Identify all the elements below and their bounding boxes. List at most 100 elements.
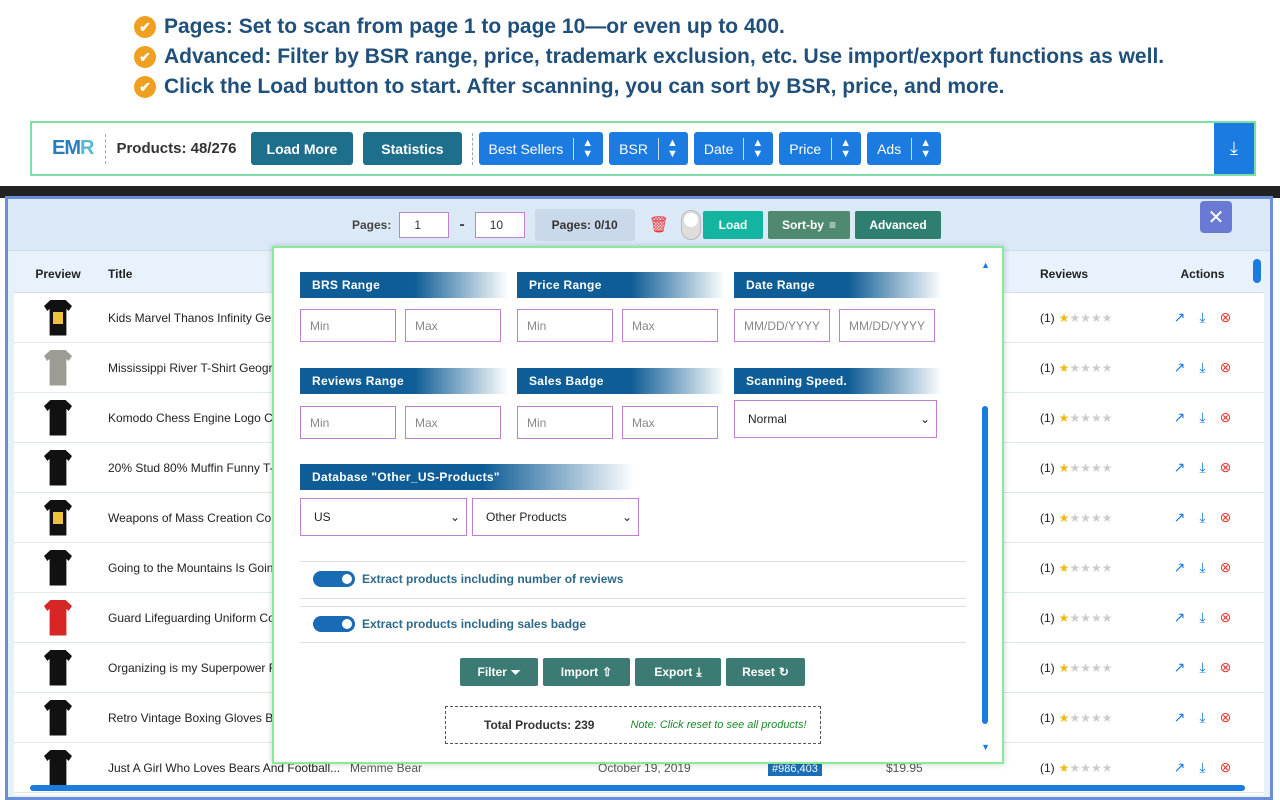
load-button[interactable]: Load [703,210,763,239]
price-min-input[interactable]: Min [517,309,613,342]
ads-select[interactable]: Ads ▲ ▼ [867,132,942,165]
star-rating: ★★★★★ [1058,760,1113,775]
download-icon: ⤓ [1230,138,1238,158]
statistics-button[interactable]: Statistics [363,132,462,165]
filter-button[interactable]: Filter ⏷ [460,658,538,686]
advanced-button[interactable]: Advanced [855,210,941,239]
download-icon[interactable]: ⤓ [1199,359,1205,376]
product-thumbnail[interactable] [14,649,102,686]
horizontal-scrollbar[interactable] [30,785,1245,791]
delete-icon[interactable]: ⊗ [1220,659,1232,676]
product-thumbnail[interactable] [14,499,102,536]
modal-scrollbar[interactable] [982,406,988,724]
reviews-cell: (1) ★★★★★ [1026,611,1141,625]
badge-min-input[interactable]: Min [517,406,613,439]
download-icon[interactable]: ⤓ [1199,309,1205,326]
divider [300,606,966,607]
price-max-input[interactable]: Max [622,309,718,342]
delete-icon[interactable]: ⊗ [1220,559,1232,576]
reviews-cell: (1) ★★★★★ [1026,661,1141,675]
scroll-down-arrow[interactable]: ▼ [981,742,990,752]
delete-icon[interactable]: ⊗ [1220,309,1232,326]
scanning-speed-select[interactable]: Normal ⌄ [734,400,937,438]
export-button[interactable]: Export ⤓ [635,658,721,686]
advanced-filter-modal: ▲ ▼ BRS Range Price Range Date Range Min… [272,246,1004,764]
load-more-button[interactable]: Load More [250,132,354,165]
category-select[interactable]: Other Products ⌄ [472,498,639,536]
review-count: (1) [1040,660,1055,675]
date-to-input[interactable]: MM/DD/YYYY [839,309,935,342]
product-thumbnail[interactable] [14,449,102,486]
date-select[interactable]: Date ▲ ▼ [693,132,774,165]
download-icon: ⤓ [696,664,702,679]
reviews-max-input[interactable]: Max [405,406,501,439]
bsr-select[interactable]: BSR ▲ ▼ [609,132,688,165]
chevron-down-icon: ⌄ [919,412,930,426]
bsr-max-input[interactable]: Max [405,309,501,342]
open-link-icon[interactable]: ↗ [1174,309,1186,326]
reviews-toggle[interactable] [313,571,355,587]
product-thumbnail[interactable] [14,399,102,436]
product-thumbnail[interactable] [14,549,102,586]
open-link-icon[interactable]: ↗ [1174,659,1186,676]
filter-icon: ⏷ [510,664,521,679]
product-thumbnail[interactable] [14,349,102,386]
open-link-icon[interactable]: ↗ [1174,409,1186,426]
import-button[interactable]: Import ⇧ [543,658,630,686]
product-thumbnail[interactable] [14,299,102,336]
page-to-input[interactable]: 10 [474,211,525,238]
download-icon[interactable]: ⤓ [1199,559,1205,576]
star-rating: ★★★★★ [1058,710,1113,725]
badge-max-input[interactable]: Max [622,406,718,439]
country-select[interactable]: US ⌄ [300,498,467,536]
reviews-toggle-label: Extract products including number of rev… [362,572,624,586]
best-sellers-select[interactable]: Best Sellers ▲ ▼ [478,132,604,165]
download-icon[interactable]: ⤓ [1199,609,1205,626]
open-link-icon[interactable]: ↗ [1174,359,1186,376]
page-from-input[interactable]: 1 [399,211,450,238]
load-toggle[interactable] [681,209,701,240]
delete-icon[interactable]: ⊗ [1220,709,1232,726]
database-heading: Database "Other_US-Products" [300,464,634,490]
open-link-icon[interactable]: ↗ [1174,709,1186,726]
trash-icon[interactable]: 🗑 [649,215,669,235]
bsr-min-input[interactable]: Min [300,309,396,342]
sort-arrows-icon: ▲ ▼ [657,137,678,160]
open-link-icon[interactable]: ↗ [1174,509,1186,526]
delete-icon[interactable]: ⊗ [1220,759,1232,776]
open-link-icon[interactable]: ↗ [1174,759,1186,776]
download-icon[interactable]: ⤓ [1199,759,1205,776]
delete-icon[interactable]: ⊗ [1220,509,1232,526]
download-icon[interactable]: ⤓ [1199,659,1205,676]
delete-icon[interactable]: ⊗ [1220,459,1232,476]
reviews-min-input[interactable]: Min [300,406,396,439]
review-count: (1) [1040,760,1055,775]
vertical-scrollbar[interactable] [1253,259,1261,283]
tshirt-image [44,699,72,736]
open-link-icon[interactable]: ↗ [1174,559,1186,576]
delete-icon[interactable]: ⊗ [1220,609,1232,626]
sort-by-button[interactable]: Sort-by ≡ [768,210,850,239]
date-range-heading: Date Range [734,272,942,298]
date-from-input[interactable]: MM/DD/YYYY [734,309,830,342]
badge-toggle[interactable] [313,616,355,632]
product-thumbnail[interactable] [14,699,102,736]
review-count: (1) [1040,710,1055,725]
reset-button[interactable]: Reset ↻ [726,658,805,686]
download-icon[interactable]: ⤓ [1199,409,1205,426]
open-link-icon[interactable]: ↗ [1174,459,1186,476]
row-actions: ↗ ⤓ ⊗ [1141,459,1264,476]
delete-icon[interactable]: ⊗ [1220,359,1232,376]
download-icon[interactable]: ⤓ [1199,509,1205,526]
product-thumbnail[interactable] [14,599,102,636]
open-link-icon[interactable]: ↗ [1174,609,1186,626]
refresh-icon: ↻ [778,665,789,679]
download-button[interactable]: ⤓ [1214,123,1254,174]
close-button[interactable]: ✕ [1200,201,1232,233]
download-icon[interactable]: ⤓ [1199,709,1205,726]
product-thumbnail[interactable] [14,749,102,786]
download-icon[interactable]: ⤓ [1199,459,1205,476]
delete-icon[interactable]: ⊗ [1220,409,1232,426]
price-select[interactable]: Price ▲ ▼ [779,132,862,165]
scroll-up-arrow[interactable]: ▲ [981,260,990,270]
